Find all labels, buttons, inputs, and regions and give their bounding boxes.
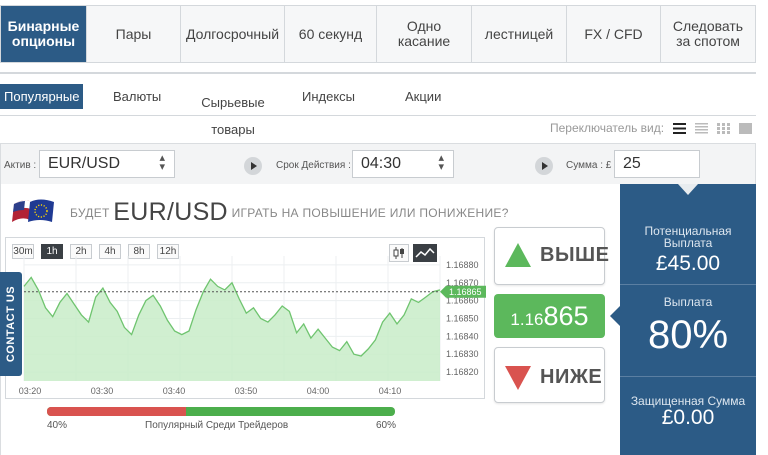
up-button[interactable]: ВЫШЕ: [494, 227, 609, 285]
y-tick-label: 1.16850: [446, 314, 479, 324]
tab-pairs[interactable]: Пары: [87, 6, 181, 62]
amount-label: Сумма : £: [566, 160, 612, 171]
compact-list-view-icon[interactable]: [695, 122, 709, 134]
x-tick-label: 03:50: [235, 386, 258, 396]
tab-fx-cfd[interactable]: FX / CFD: [567, 6, 661, 62]
eu-us-flag-icon: [12, 199, 54, 222]
price-chart: 30m 1h 2h 4h 8h 12h 1.16880 1.16870 1.16860 1.16…: [5, 237, 486, 399]
current-price-label: 1.16865: [449, 287, 482, 297]
contact-us-label: CONTACT US: [5, 285, 17, 363]
divider: [620, 376, 756, 377]
popularity-right-pct: 60%: [376, 420, 397, 431]
tab-60-seconds[interactable]: 60 секунд: [285, 6, 377, 62]
view-switcher: Переключатель вид:: [550, 121, 753, 135]
expiry-value: 04:30: [361, 155, 402, 172]
headline: БУДЕТ EUR/USD ИГРАТЬ НА ПОВЫШЕНИЕ ИЛИ ПО…: [70, 198, 509, 227]
current-price-display: 1.16865: [494, 294, 605, 338]
subtab-commodities[interactable]: Сырьевые товары: [201, 89, 265, 143]
price-suffix: 865: [543, 301, 589, 331]
up-label: ВЫШЕ: [540, 244, 610, 266]
down-arrow-icon: [505, 366, 531, 390]
tab-one-touch[interactable]: Одно касание: [377, 6, 472, 62]
asset-select[interactable]: EUR/USD ▴ ▾: [39, 150, 175, 178]
popularity-bar: [47, 407, 395, 416]
asset-label: Актив :: [4, 160, 37, 171]
headline-suffix: ИГРАТЬ НА ПОВЫШЕНИЕ ИЛИ ПОНИЖЕНИЕ?: [231, 206, 509, 220]
payout-label: Выплата: [663, 295, 713, 309]
y-tick-label: 1.16830: [446, 349, 479, 359]
expiry-label: Срок Действия :: [276, 160, 351, 171]
sort-arrows-icon: ▴ ▾: [438, 152, 444, 173]
tab-follow-spot[interactable]: Следовать за спотом: [661, 6, 755, 62]
subtab-currencies[interactable]: Валюты: [113, 89, 161, 104]
up-arrow-icon: [505, 243, 531, 267]
y-tick-label: 1.16820: [446, 367, 479, 377]
top-nav: Бинарные опционы Пары Долгосрочный 60 се…: [0, 5, 756, 63]
asset-value: EUR/USD: [48, 155, 121, 172]
tab-binary-options[interactable]: Бинарные опционы: [1, 6, 87, 62]
list-view-icon[interactable]: [673, 122, 687, 134]
play-icon[interactable]: [535, 157, 553, 175]
tab-ladder[interactable]: лестницей: [472, 6, 567, 62]
price-chart-plot: 1.168801.168701.168601.168501.168401.168…: [19, 256, 486, 396]
trade-controls: Актив : EUR/USD ▴ ▾ Срок Действия : 04:30…: [0, 143, 756, 185]
down-button[interactable]: НИЖЕ: [494, 347, 605, 403]
y-tick-label: 1.16880: [446, 260, 479, 270]
x-tick-label: 04:10: [379, 386, 402, 396]
divider: [620, 284, 756, 285]
protected-amount-value: £0.00: [661, 406, 715, 429]
amount-input[interactable]: [614, 150, 700, 178]
popularity-label: Популярный Среди Трейдеров: [145, 420, 289, 431]
expiry-select[interactable]: 04:30 ▴ ▾: [352, 150, 454, 178]
y-tick-label: 1.16840: [446, 331, 479, 341]
subtab-stocks[interactable]: Акции: [405, 89, 441, 104]
grid-view-icon[interactable]: [717, 122, 731, 134]
price-prefix: 1.16: [510, 310, 544, 329]
panel-pointer-icon: [678, 184, 698, 195]
popularity-left-pct: 40%: [47, 420, 68, 431]
tab-long-term[interactable]: Долгосрочный: [181, 6, 285, 62]
headline-prefix: БУДЕТ: [70, 206, 110, 220]
payout-value: 80%: [647, 313, 729, 357]
sub-nav: Популярные Валюты Сырьевые товары Индекс…: [0, 72, 756, 137]
potential-payout-value: £45.00: [655, 252, 721, 275]
subtab-popular[interactable]: Популярные: [0, 84, 84, 109]
potential-payout-label: Потенциальная Выплата: [644, 224, 732, 250]
sort-arrows-icon: ▴ ▾: [159, 152, 165, 173]
play-icon[interactable]: [244, 157, 262, 175]
x-tick-label: 03:40: [163, 386, 186, 396]
price-pointer-icon: [610, 306, 620, 326]
x-tick-label: 03:20: [19, 386, 42, 396]
series-area: [24, 277, 440, 381]
x-tick-label: 03:30: [91, 386, 114, 396]
headline-pair: EUR/USD: [113, 198, 228, 226]
popularity-down-fill: [47, 407, 187, 416]
tile-view-icon[interactable]: [739, 122, 753, 134]
payout-panel: Потенциальная Выплата £45.00 Выплата 80%…: [620, 184, 756, 455]
view-switch-label: Переключатель вид:: [550, 121, 665, 135]
x-tick-label: 04:00: [307, 386, 330, 396]
down-label: НИЖЕ: [540, 366, 603, 388]
subtab-indices[interactable]: Индексы: [302, 89, 355, 104]
contact-us-tab[interactable]: CONTACT US: [0, 272, 22, 376]
